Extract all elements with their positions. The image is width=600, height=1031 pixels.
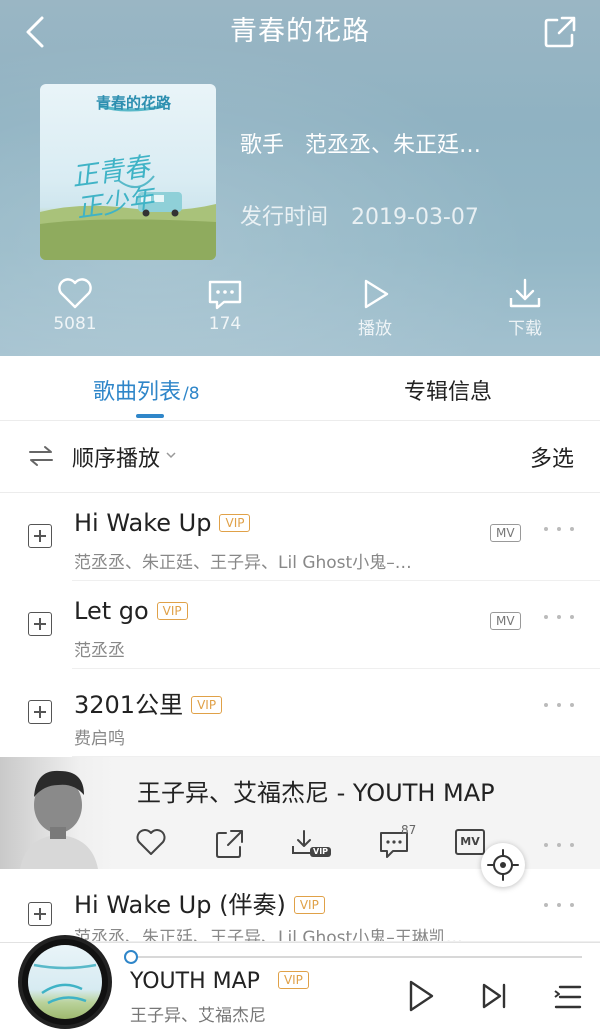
song-artist: 费启鸣 [74, 729, 125, 749]
play-order-label[interactable]: 顺序播放 [72, 441, 160, 473]
dl-vip-badge: VIP [310, 847, 332, 857]
artist-photo [0, 757, 115, 869]
next-track-icon[interactable] [480, 981, 508, 1011]
progress-knob[interactable] [124, 950, 138, 964]
tab-song-list-label: 歌曲列表 [93, 380, 182, 405]
add-to-playlist-icon[interactable] [28, 524, 52, 548]
play-label: 播放 [358, 319, 392, 339]
download-icon [509, 278, 541, 308]
playlist-icon[interactable] [554, 983, 582, 1011]
album-tabs: 歌曲列表/8 专辑信息 [0, 356, 600, 421]
comment-count: 174 [208, 314, 242, 334]
add-to-playlist-icon[interactable] [28, 700, 52, 724]
more-icon[interactable] [544, 903, 574, 911]
album-cover[interactable]: 青春的花路 正青春 正少年 [40, 84, 216, 260]
play-action[interactable]: 播放 [320, 278, 430, 339]
tab-song-list[interactable]: 歌曲列表/8 [93, 374, 200, 406]
chevron-down-icon[interactable] [166, 451, 176, 459]
album-release: 发行时间 2019-03-07 [240, 199, 479, 231]
song-title-row: Let go VIP [74, 597, 188, 625]
heart-icon [58, 278, 92, 309]
more-icon[interactable] [544, 843, 574, 851]
locate-current-button[interactable] [481, 843, 525, 887]
play-icon[interactable] [406, 979, 436, 1013]
vip-badge: VIP [277, 971, 309, 989]
add-to-playlist-icon[interactable] [28, 902, 52, 926]
song-title-row: Hi Wake Up VIP [74, 509, 251, 537]
song-title-row: Hi Wake Up (伴奏) VIP [74, 885, 325, 920]
mv-badge[interactable]: MV [490, 524, 521, 542]
current-track-title: 王子异、艾福杰尼 - YOUTH MAP [137, 779, 495, 807]
share-icon[interactable] [214, 829, 244, 859]
now-playing-title-row: YOUTH MAP VIP [130, 969, 309, 994]
add-to-playlist-icon[interactable] [28, 612, 52, 636]
heart-icon[interactable] [135, 829, 167, 857]
song-artist: 范丞丞、朱正廷、王子异、Lil Ghost小鬼–… [74, 553, 412, 573]
share-icon[interactable] [542, 14, 578, 50]
song-artist: 范丞丞 [74, 641, 125, 661]
vip-badge: VIP [219, 514, 251, 532]
release-label: 发行时间 [240, 205, 329, 230]
comment-count: 87 [401, 823, 417, 837]
crosshair-icon [487, 849, 519, 881]
download-vip-icon[interactable]: VIP [290, 829, 332, 861]
progress-track[interactable] [130, 956, 582, 958]
song-title: Hi Wake Up (伴奏) [74, 891, 286, 919]
more-icon[interactable] [544, 703, 574, 711]
release-date: 2019-03-07 [351, 205, 479, 230]
mini-player[interactable]: YOUTH MAP VIP 王子异、艾福杰尼 [0, 935, 600, 1031]
like-count: 5081 [53, 314, 97, 334]
song-count: /8 [183, 384, 200, 404]
more-icon[interactable] [544, 615, 574, 623]
album-singer[interactable]: 歌手 范丞丞、朱正廷… [240, 127, 481, 159]
download-label: 下载 [508, 319, 542, 339]
more-icon[interactable] [544, 527, 574, 535]
mv-badge[interactable]: MV [490, 612, 521, 630]
like-action[interactable]: 5081 [20, 278, 130, 334]
vip-badge: VIP [191, 696, 223, 714]
singer-value: 范丞丞、朱正廷… [305, 133, 482, 158]
comment-action[interactable]: 174 [170, 278, 280, 334]
mv-icon-label: MV [460, 835, 480, 848]
cover-title-text: 青春的花路 [96, 94, 172, 112]
song-title-row: 3201公里 VIP [74, 685, 223, 720]
song-row[interactable]: Hi Wake Up VIP 范丞丞、朱正廷、王子异、Lil Ghost小鬼–… … [0, 493, 600, 581]
tab-album-info[interactable]: 专辑信息 [404, 374, 492, 406]
album-header: 青春的花路 青春的花路 正青春 正少年 歌手 范丞丞、朱正廷… 发行时间 201… [0, 0, 600, 356]
now-playing-artist: 王子异、艾福杰尼 [130, 1006, 266, 1026]
song-title: 3201公里 [74, 691, 184, 719]
song-row[interactable]: 3201公里 VIP 费启鸣 [0, 669, 600, 757]
download-action[interactable]: 下载 [470, 278, 580, 339]
play-icon [364, 279, 389, 309]
now-playing-cover[interactable] [18, 935, 112, 1029]
multi-select-button[interactable]: 多选 [530, 441, 574, 473]
vip-badge: VIP [156, 602, 188, 620]
page-title: 青春的花路 [230, 16, 370, 47]
vip-badge: VIP [293, 896, 325, 914]
song-title: Let go [74, 597, 149, 625]
play-mode-bar: 顺序播放 多选 [0, 421, 600, 493]
album-actions: 5081 174 播放 下载 [0, 278, 600, 339]
song-title: Hi Wake Up [74, 509, 212, 537]
sequential-order-icon[interactable] [28, 445, 54, 467]
song-row[interactable]: Let go VIP 范丞丞 MV [0, 581, 600, 669]
tab-active-indicator [136, 414, 164, 418]
comment-icon [208, 280, 242, 310]
now-playing-title: YOUTH MAP [130, 969, 260, 994]
singer-label: 歌手 [240, 133, 285, 158]
